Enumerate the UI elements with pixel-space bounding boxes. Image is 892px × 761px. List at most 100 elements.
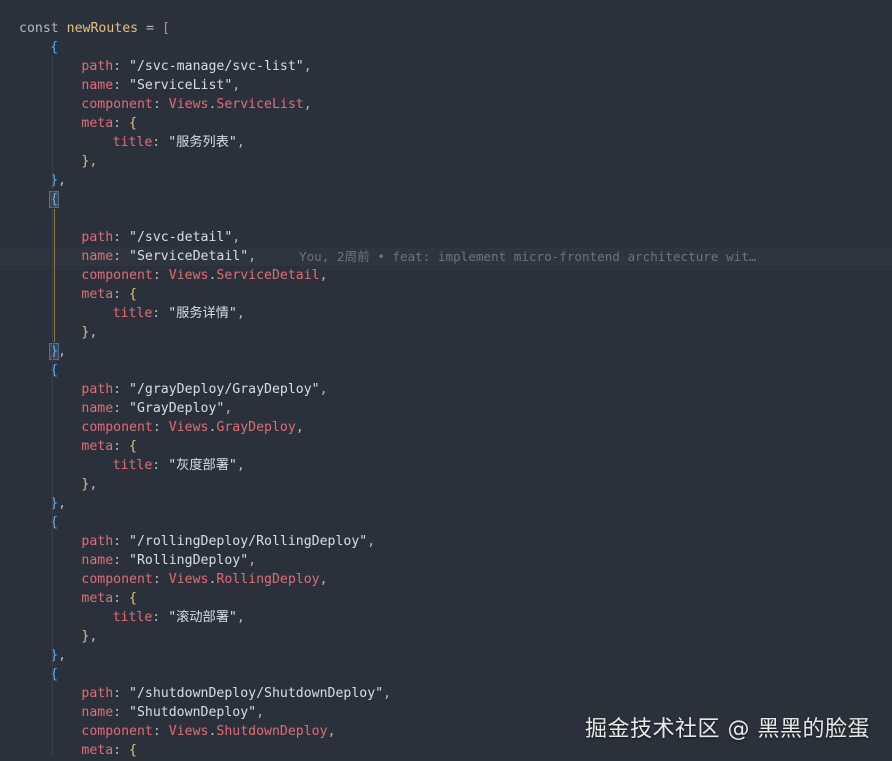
code-line[interactable]: path: "/shutdownDeploy/ShutdownDeploy", xyxy=(0,684,892,703)
code-line[interactable]: meta: { xyxy=(0,741,892,760)
code-line[interactable]: { xyxy=(0,361,892,380)
component-value: GrayDeploy xyxy=(216,420,296,435)
code-content: }, xyxy=(81,627,97,646)
title-value: "滚动部署" xyxy=(168,610,237,625)
code-line[interactable]: meta: { xyxy=(0,285,892,304)
code-line[interactable]: meta: { xyxy=(0,589,892,608)
comma: , xyxy=(319,572,328,587)
code-line[interactable]: path: "/svc-detail", xyxy=(0,228,892,247)
meta-key: meta xyxy=(81,287,114,302)
const-keyword: const xyxy=(19,21,59,36)
code-line[interactable]: }, xyxy=(0,475,892,494)
code-line[interactable]: }, xyxy=(0,171,892,190)
code-content: name: "ServiceDetail", xyxy=(81,247,256,266)
code-line[interactable]: title: "滚动部署", xyxy=(0,608,892,627)
code-content: title: "灰度部署", xyxy=(113,456,245,475)
code-line[interactable]: }, xyxy=(0,323,892,342)
code-line[interactable]: { xyxy=(0,38,892,57)
code-line[interactable]: }, xyxy=(0,342,892,361)
code-content: name: "ServiceList", xyxy=(81,76,240,95)
code-line[interactable] xyxy=(0,209,892,228)
code-line[interactable]: title: "服务详情", xyxy=(0,304,892,323)
code-line[interactable]: { xyxy=(0,665,892,684)
name-value: "GrayDeploy" xyxy=(129,401,225,416)
comma: , xyxy=(327,724,336,739)
code-line[interactable]: }, xyxy=(0,646,892,665)
name-value: "ShutdownDeploy" xyxy=(129,705,257,720)
code-content: name: "GrayDeploy", xyxy=(81,399,232,418)
active-indent-guide xyxy=(54,209,56,342)
code-line[interactable]: name: "ServiceList", xyxy=(0,76,892,95)
code-line[interactable]: const newRoutes = [ xyxy=(0,19,892,38)
code-line[interactable]: { xyxy=(0,190,892,209)
code-content: { xyxy=(50,38,58,57)
code-content: title: "服务列表", xyxy=(113,133,245,152)
colon: : xyxy=(113,686,130,701)
meta-key: meta xyxy=(81,743,114,758)
colon: : xyxy=(113,382,130,397)
code-line[interactable]: name: "ServiceDetail", You, 2周前 • feat: i… xyxy=(0,247,892,266)
component-key: component xyxy=(81,420,153,435)
code-line[interactable]: }, xyxy=(0,152,892,171)
code-line[interactable]: title: "服务列表", xyxy=(0,133,892,152)
views-object: Views xyxy=(168,97,209,112)
code-line[interactable]: component: Views.GrayDeploy, xyxy=(0,418,892,437)
path-value: "/svc-detail" xyxy=(129,230,233,245)
code-content: path: "/svc-detail", xyxy=(81,228,240,247)
comma: , xyxy=(89,477,98,492)
path-value: "/shutdownDeploy/ShutdownDeploy" xyxy=(129,686,384,701)
path-key: path xyxy=(81,382,114,397)
code-line[interactable]: name: "RollingDeploy", xyxy=(0,551,892,570)
name-key: name xyxy=(81,401,114,416)
code-line[interactable]: }, xyxy=(0,494,892,513)
comma: , xyxy=(89,325,98,340)
code-content: meta: { xyxy=(81,589,137,608)
code-line[interactable]: path: "/grayDeploy/GrayDeploy", xyxy=(0,380,892,399)
name-value: "RollingDeploy" xyxy=(129,553,249,568)
meta-open-brace: { xyxy=(129,743,137,758)
code-line[interactable]: component: Views.RollingDeploy, xyxy=(0,570,892,589)
component-key: component xyxy=(81,572,153,587)
code-line[interactable]: component: Views.ServiceList, xyxy=(0,95,892,114)
comma: , xyxy=(319,268,328,283)
name-key: name xyxy=(81,78,114,93)
component-key: component xyxy=(81,724,153,739)
code-line[interactable]: }, xyxy=(0,627,892,646)
comma: , xyxy=(367,534,376,549)
comma: , xyxy=(236,306,245,321)
colon: : xyxy=(113,401,130,416)
indent-guide xyxy=(52,57,54,757)
colon: : xyxy=(152,724,169,739)
comma: , xyxy=(224,401,233,416)
code-line[interactable]: component: Views.ServiceDetail, xyxy=(0,266,892,285)
code-line[interactable]: { xyxy=(0,513,892,532)
comma: , xyxy=(236,610,245,625)
code-line[interactable]: meta: { xyxy=(0,437,892,456)
name-key: name xyxy=(81,249,114,264)
code-content: meta: { xyxy=(81,741,137,760)
code-line[interactable]: meta: { xyxy=(0,114,892,133)
path-value: "/rollingDeploy/RollingDeploy" xyxy=(129,534,368,549)
views-object: Views xyxy=(168,572,209,587)
comma: , xyxy=(232,230,241,245)
code-line[interactable]: path: "/rollingDeploy/RollingDeploy", xyxy=(0,532,892,551)
colon: : xyxy=(152,135,169,150)
array-open-bracket: [ xyxy=(161,21,170,36)
code-content: path: "/svc-manage/svc-list", xyxy=(81,57,311,76)
code-line[interactable]: name: "GrayDeploy", xyxy=(0,399,892,418)
code-content: title: "服务详情", xyxy=(113,304,245,323)
comma: , xyxy=(236,135,245,150)
object-open-brace: { xyxy=(50,40,59,55)
component-value: ServiceDetail xyxy=(216,268,320,283)
views-object: Views xyxy=(168,268,209,283)
colon: : xyxy=(152,306,169,321)
name-value: "ServiceDetail" xyxy=(129,249,249,264)
comma: , xyxy=(58,496,67,511)
title-value: "服务列表" xyxy=(168,135,237,150)
code-content: meta: { xyxy=(81,437,137,456)
colon: : xyxy=(152,610,169,625)
colon: : xyxy=(113,591,130,606)
code-line[interactable]: title: "灰度部署", xyxy=(0,456,892,475)
code-line[interactable]: path: "/svc-manage/svc-list", xyxy=(0,57,892,76)
code-editor[interactable]: const newRoutes = [ { path: "/svc-manage/s… xyxy=(0,0,892,761)
